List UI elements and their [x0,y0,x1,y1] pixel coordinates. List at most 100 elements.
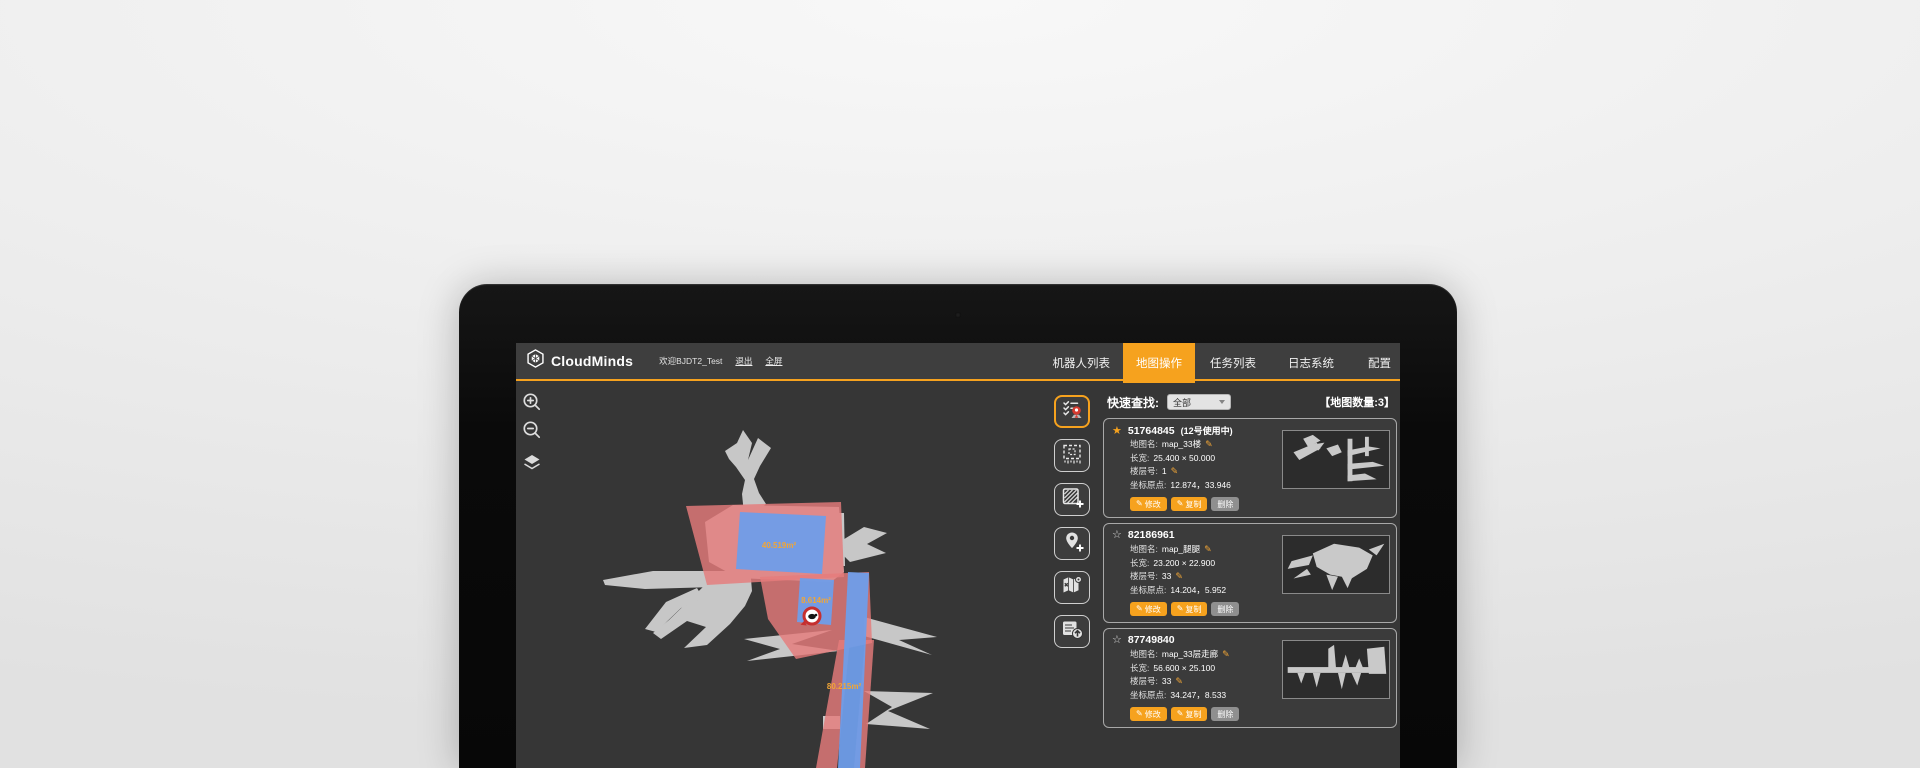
content-area: 40.519m² 8.614m² 80.215m² [516,383,1400,768]
quick-find-row: 快速查找: 全部 【地图数量:3】 [1103,393,1397,411]
add-hatch-region-tool[interactable] [1054,483,1090,516]
map-card-82186961[interactable]: ☆ 82186961 地图名:map_腿腿✎ 长宽:23.200 × 22.90… [1103,523,1397,623]
field-value: map_33楼 [1162,438,1201,450]
zone-area-label: 40.519m² [762,541,797,550]
modify-button[interactable]: ✎修改 [1130,707,1167,721]
upload-map-icon [1059,617,1085,646]
nav-tab-log-system[interactable]: 日志系统 [1283,343,1339,383]
field-value: 14.204，5.952 [1170,584,1226,596]
edit-icon[interactable]: ✎ [1222,650,1230,659]
laptop-frame: CloudMinds 欢迎BJDT2_Test 退出 全屏 机器人列表 地图操作… [459,284,1457,768]
zoom-in-button[interactable] [520,390,544,414]
layers-button[interactable] [520,451,544,475]
field-label: 坐标原点: [1130,479,1166,491]
map-thumbnail-image [1283,536,1389,593]
copy-button[interactable]: ✎复制 [1171,707,1208,721]
map-in-use-badge: (12号使用中) [1181,424,1233,437]
map-thumbnail[interactable] [1282,430,1390,489]
map-list-panel: 快速查找: 全部 【地图数量:3】 ★ 51764845 [1103,393,1397,728]
fullscreen-link[interactable]: 全屏 [765,355,782,367]
card-actions: ✎修改 ✎复制 删除 [1130,602,1239,616]
brand-name: CloudMinds [551,353,633,369]
edit-icon: ✎ [1177,710,1184,718]
webcam-dot [955,312,961,318]
card-actions: ✎修改 ✎复制 删除 [1130,497,1239,511]
edit-icon: ✎ [1136,605,1143,613]
edit-icon[interactable]: ✎ [1204,545,1212,554]
nav-tab-config[interactable]: 配置 [1363,343,1396,383]
map-card-87749840[interactable]: ☆ 87749840 地图名:map_33层走廊✎ 长宽:56.600 × 25… [1103,628,1397,728]
modify-button[interactable]: ✎修改 [1130,497,1167,511]
map-id: 51764845 [1128,425,1175,437]
zone-area-label: 8.614m² [801,596,831,605]
measure-area-tool[interactable] [1054,439,1090,472]
favorite-star-icon[interactable]: ☆ [1112,530,1122,541]
zone-area-label: 80.215m² [827,682,862,691]
nav-tab-map-operation[interactable]: 地图操作 [1123,343,1195,383]
edit-icon[interactable]: ✎ [1175,677,1183,686]
field-value: 23.200 × 22.900 [1153,558,1215,568]
card-fields: 地图名:map_33楼✎ 长宽:25.400 × 50.000 楼层号:1✎ 坐… [1130,439,1231,490]
card-fields: 地图名:map_33层走廊✎ 长宽:56.600 × 25.100 楼层号:33… [1130,649,1230,700]
copy-button[interactable]: ✎复制 [1171,497,1208,511]
map-id: 87749840 [1128,634,1175,646]
delete-button[interactable]: 删除 [1211,602,1239,616]
session-bar: 欢迎BJDT2_Test 退出 全屏 [659,355,782,367]
task-list-pin-tool[interactable] [1054,395,1090,428]
field-label: 地图名: [1130,438,1158,450]
add-location-pin-tool[interactable] [1054,527,1090,560]
delete-button[interactable]: 删除 [1211,707,1239,721]
edit-icon: ✎ [1136,500,1143,508]
task-list-pin-icon [1059,397,1085,426]
field-value: 1 [1162,466,1167,476]
nav-tab-task-list[interactable]: 任务列表 [1205,343,1261,383]
map-id: 82186961 [1128,529,1175,541]
zoom-out-button[interactable] [520,418,544,442]
layers-icon [520,462,544,479]
field-value: 33 [1162,676,1171,686]
main-nav: 机器人列表 地图操作 任务列表 日志系统 配置 [1048,343,1401,383]
map-card-51764845[interactable]: ★ 51764845 (12号使用中) 地图名:map_33楼✎ 长宽:25.4… [1103,418,1397,518]
delete-button[interactable]: 删除 [1211,497,1239,511]
map-count-badge: 【地图数量:3】 [1319,394,1395,410]
edit-icon[interactable]: ✎ [1171,467,1179,476]
field-value: 56.600 × 25.100 [1153,663,1215,673]
map-thumbnail[interactable] [1282,535,1390,594]
edit-icon: ✎ [1177,500,1184,508]
edit-icon: ✎ [1136,710,1143,718]
modify-button[interactable]: ✎修改 [1130,602,1167,616]
remove-map-pin-icon [1059,573,1085,602]
quick-find-label: 快速查找: [1107,394,1159,411]
upload-map-tool[interactable] [1054,615,1090,648]
favorite-star-icon[interactable]: ☆ [1112,635,1122,646]
map-thumbnail-image [1283,431,1389,488]
remove-map-pin-tool[interactable] [1054,571,1090,604]
top-navbar: CloudMinds 欢迎BJDT2_Test 退出 全屏 机器人列表 地图操作… [516,343,1400,381]
edit-icon[interactable]: ✎ [1175,572,1183,581]
field-label: 地图名: [1130,648,1158,660]
logout-link[interactable]: 退出 [735,355,752,367]
field-value: 12.874，33.946 [1170,479,1231,491]
card-actions: ✎修改 ✎复制 删除 [1130,707,1239,721]
add-location-pin-icon [1059,529,1085,558]
zoom-in-icon [520,401,544,418]
copy-button[interactable]: ✎复制 [1171,602,1208,616]
edit-icon[interactable]: ✎ [1205,440,1213,449]
card-fields: 地图名:map_腿腿✎ 长宽:23.200 × 22.900 楼层号:33✎ 坐… [1130,544,1226,595]
quick-find-dropdown[interactable]: 全部 [1167,394,1231,410]
edit-icon: ✎ [1177,605,1184,613]
add-hatch-region-icon [1059,485,1085,514]
map-thumbnail[interactable] [1282,640,1390,699]
chevron-down-icon [1219,400,1225,404]
field-label: 楼层号: [1130,465,1158,477]
field-value: map_腿腿 [1162,543,1200,555]
field-label: 长宽: [1130,662,1149,674]
cloudminds-logo-icon [525,348,546,374]
field-label: 长宽: [1130,452,1149,464]
map-card-list: ★ 51764845 (12号使用中) 地图名:map_33楼✎ 长宽:25.4… [1103,418,1397,728]
nav-tab-robot-list[interactable]: 机器人列表 [1048,343,1116,383]
field-label: 坐标原点: [1130,584,1166,596]
field-label: 地图名: [1130,543,1158,555]
measure-area-icon [1059,441,1085,470]
favorite-star-icon[interactable]: ★ [1112,426,1122,437]
